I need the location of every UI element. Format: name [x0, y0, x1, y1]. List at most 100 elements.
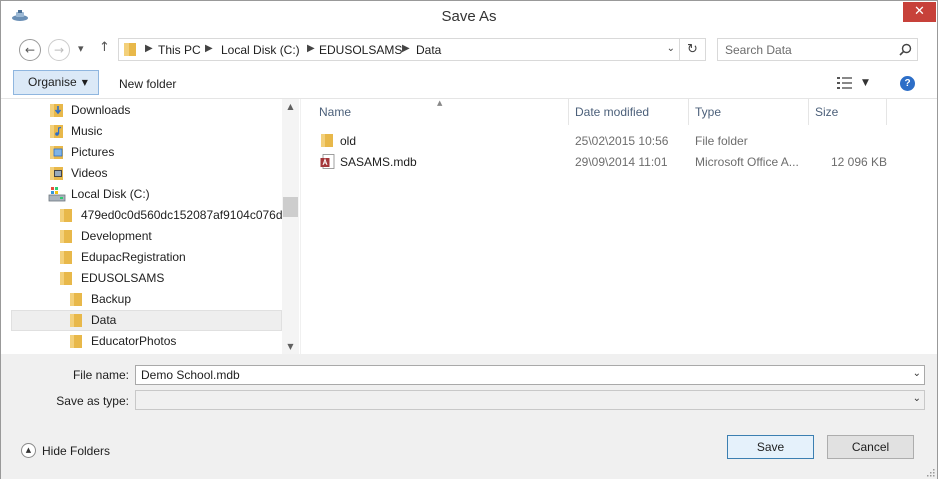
- scroll-up-button[interactable]: ▲: [282, 102, 299, 111]
- tree-item-downloads[interactable]: Downloads: [11, 100, 282, 121]
- up-button[interactable]: ↑: [99, 40, 110, 55]
- column-header-size[interactable]: Size: [809, 99, 887, 125]
- folder-icon: [321, 134, 333, 147]
- drive-icon: [48, 187, 66, 202]
- organise-label: Organise: [28, 75, 77, 89]
- folder-icon: [70, 293, 82, 306]
- search-icon[interactable]: [899, 43, 912, 56]
- tree-item-label: Music: [71, 124, 103, 138]
- tree-item-hash-folder[interactable]: 479ed0c0d560dc152087af9104c076de: [11, 205, 289, 226]
- folder-icon: [70, 314, 82, 327]
- search-input[interactable]: [718, 39, 893, 60]
- tree-item-label: Local Disk (C:): [71, 187, 150, 201]
- save-as-type-value[interactable]: [136, 391, 901, 409]
- breadcrumb-this-pc[interactable]: This PC: [158, 43, 201, 57]
- close-button[interactable]: ✕: [903, 2, 936, 22]
- save-as-type-label: Save as type:: [56, 394, 129, 408]
- save-button[interactable]: Save: [727, 435, 814, 459]
- new-folder-button[interactable]: New folder: [119, 77, 176, 91]
- file-name-combobox[interactable]: ⌄: [135, 365, 925, 385]
- folder-icon: [124, 43, 136, 56]
- breadcrumb-separator[interactable]: ▶: [307, 43, 315, 54]
- column-header-name[interactable]: Name: [313, 99, 569, 125]
- pictures-icon: [50, 146, 63, 159]
- save-form: File name: ⌄ Save as type: ⌄ ▲ Hide Fold…: [1, 354, 937, 479]
- tree-item-label: Pictures: [71, 145, 115, 159]
- forward-button[interactable]: →: [48, 39, 70, 61]
- access-database-icon: [320, 154, 335, 169]
- address-bar[interactable]: ▶ This PC ▶ Local Disk (C:) ▶ EDUSOLSAMS…: [118, 38, 706, 61]
- tree-item-label: Downloads: [71, 103, 131, 117]
- breadcrumb-local-disk[interactable]: Local Disk (C:): [221, 43, 300, 57]
- tree-item-edupac-registration[interactable]: EdupacRegistration: [11, 247, 282, 268]
- folder-icon: [70, 335, 82, 348]
- tree-item-educator-photos[interactable]: EducatorPhotos: [11, 331, 282, 352]
- tree-item-music[interactable]: Music: [11, 121, 282, 142]
- navigation-pane[interactable]: Downloads Music Pictures Videos Local Di…: [1, 99, 300, 354]
- tree-scrollbar[interactable]: ▲ ▼: [282, 99, 299, 354]
- save-as-dialog: Save As ✕ ← → ▾ ↑ ▶ This PC ▶ Local Disk…: [0, 0, 938, 479]
- tree-item-label: EDUSOLSAMS: [81, 271, 165, 285]
- breadcrumb-separator[interactable]: ▶: [145, 43, 153, 54]
- file-name-input[interactable]: [136, 366, 901, 384]
- file-date: 25\02\2015 10:56: [575, 134, 669, 148]
- downloads-icon: [50, 104, 63, 117]
- collapse-icon: ▲: [21, 443, 36, 458]
- tree-item-label: Backup: [91, 292, 132, 306]
- scroll-down-button[interactable]: ▼: [282, 342, 299, 351]
- tree-item-label: Videos: [71, 166, 108, 180]
- folder-icon: [60, 230, 72, 243]
- hide-folders-label: Hide Folders: [42, 444, 111, 458]
- view-options-dropdown[interactable]: ▼: [862, 78, 869, 88]
- tree-item-backup[interactable]: Backup: [11, 289, 282, 310]
- folder-icon: [60, 209, 72, 222]
- change-view-icon[interactable]: [837, 77, 852, 89]
- breadcrumb-separator[interactable]: ▶: [205, 43, 213, 54]
- tree-item-label: Data: [91, 313, 117, 327]
- tree-item-data[interactable]: Data: [11, 310, 282, 331]
- file-name-dropdown-button[interactable]: ⌄: [913, 368, 921, 379]
- videos-icon: [50, 167, 63, 180]
- search-box[interactable]: [717, 38, 918, 61]
- file-type: File folder: [695, 134, 748, 148]
- tree-item-label: EducatorPhotos: [91, 334, 177, 348]
- command-toolbar: Organise ▼ New folder ▼ ?: [1, 67, 937, 99]
- file-list[interactable]: ▲ Name Date modified Type Size old 25\02…: [301, 99, 937, 354]
- resize-grip-icon[interactable]: [925, 467, 935, 477]
- save-as-type-select[interactable]: ⌄: [135, 390, 925, 410]
- column-header-type[interactable]: Type: [689, 99, 809, 125]
- window-title: Save As: [441, 8, 497, 25]
- recent-locations-button[interactable]: ▾: [78, 42, 84, 55]
- address-dropdown-button[interactable]: ⌄: [667, 43, 675, 54]
- file-row-sasams[interactable]: SASAMS.mdb 29\09\2014 11:01 Microsoft Of…: [315, 152, 888, 172]
- back-button[interactable]: ←: [19, 39, 41, 61]
- scrollbar-thumb[interactable]: [283, 197, 298, 217]
- organise-arrow-icon: ▼: [81, 78, 88, 87]
- file-size: 12 096 KB: [831, 155, 888, 169]
- file-date: 29\09\2014 11:01: [575, 155, 668, 169]
- column-header-date-modified[interactable]: Date modified: [569, 99, 689, 125]
- breadcrumb-edusolsams[interactable]: EDUSOLSAMS: [319, 43, 402, 57]
- tree-item-edusolsams[interactable]: EDUSOLSAMS: [11, 268, 282, 289]
- folder-icon: [60, 251, 72, 264]
- file-name: SASAMS.mdb: [340, 155, 417, 169]
- breadcrumb-data[interactable]: Data: [416, 43, 441, 57]
- tree-item-pictures[interactable]: Pictures: [11, 142, 282, 163]
- organise-button[interactable]: Organise ▼: [13, 70, 99, 95]
- file-type: Microsoft Office A...: [695, 155, 799, 169]
- cancel-button[interactable]: Cancel: [827, 435, 914, 459]
- folder-icon: [60, 272, 72, 285]
- tree-item-label: EdupacRegistration: [81, 250, 186, 264]
- help-button[interactable]: ?: [900, 76, 915, 91]
- tree-item-videos[interactable]: Videos: [11, 163, 282, 184]
- save-as-type-dropdown-button[interactable]: ⌄: [913, 393, 921, 404]
- file-row-old[interactable]: old 25\02\2015 10:56 File folder: [315, 131, 885, 151]
- file-name-label: File name:: [72, 368, 129, 382]
- file-name: old: [340, 134, 357, 148]
- tree-item-local-disk[interactable]: Local Disk (C:): [11, 184, 282, 205]
- tree-item-development[interactable]: Development: [11, 226, 282, 247]
- breadcrumb-separator[interactable]: ▶: [402, 43, 410, 54]
- refresh-button[interactable]: ↻: [679, 39, 705, 60]
- navigation-bar: ← → ▾ ↑ ▶ This PC ▶ Local Disk (C:) ▶ ED…: [1, 33, 937, 67]
- tree-item-label: 479ed0c0d560dc152087af9104c076de: [81, 208, 290, 222]
